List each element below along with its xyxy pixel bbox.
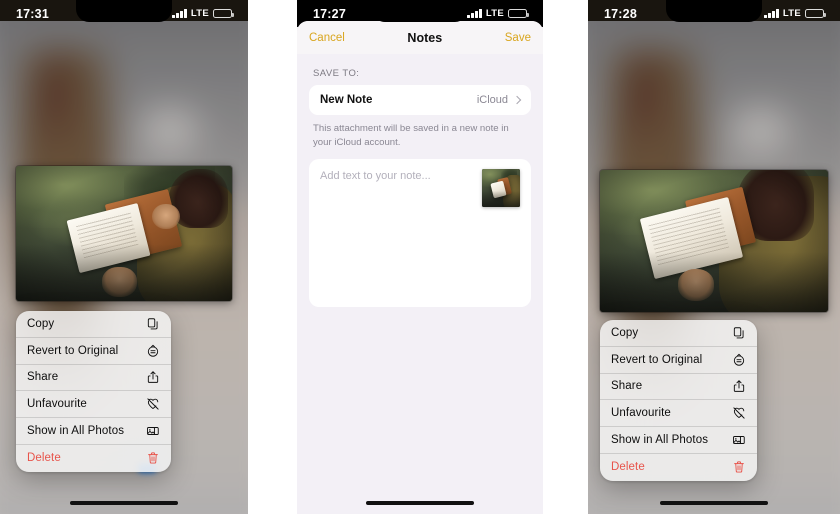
context-menu-item-label: Revert to Original [27,344,119,357]
notch [372,0,468,22]
save-button[interactable]: Save [505,32,531,44]
destination-name: New Note [320,94,373,106]
photo-stack-icon [145,424,160,439]
phone-panel-left: 17:31 LTE Copy Revert to Original Share Unf… [0,0,248,514]
signal-icon [172,9,187,18]
photo-context-menu[interactable]: Copy Revert to Original Share Unfavourite Sh… [600,320,757,481]
save-to-label: SAVE TO: [313,68,360,79]
notch [76,0,172,22]
home-indicator [70,500,178,505]
heart-slash-icon [731,406,746,421]
context-menu-item-label: Share [611,380,643,393]
network-label: LTE [190,8,209,19]
context-menu-item-label: Revert to Original [611,353,703,366]
destination-row[interactable]: New Note iCloud [309,85,531,115]
context-menu-item-copy[interactable]: Copy [16,311,171,338]
status-time: 17:31 [16,6,49,21]
context-menu-item-share[interactable]: Share [600,374,757,401]
signal-icon [467,9,482,18]
sheet-title: Notes [407,30,443,45]
context-menu-item-show-in-all-photos[interactable]: Show in All Photos [600,427,757,454]
context-menu-item-unfavourite[interactable]: Unfavourite [600,400,757,428]
copy-icon [731,325,746,340]
battery-icon [805,8,826,19]
chevron-right-icon [512,95,522,105]
screenshot-stage: 17:31 LTE Copy Revert to Original Share Unf… [0,0,840,514]
copy-icon [145,316,160,331]
heart-slash-icon [145,397,160,412]
context-menu-item-revert-to-original[interactable]: Revert to Original [600,347,757,374]
revert-icon [731,352,746,367]
phone-panel-right: 17:28 LTE Copy Revert to Original Share Unf… [588,0,840,514]
context-menu-item-label: Show in All Photos [27,425,125,438]
home-indicator [660,500,768,505]
destination-account: iCloud [476,94,508,106]
battery-icon [508,8,529,19]
context-menu-item-label: Unfavourite [611,407,671,420]
context-menu-item-label: Share [27,371,59,384]
photo-preview[interactable] [600,170,828,312]
trash-icon [731,460,746,475]
share-icon [731,379,746,394]
context-menu-item-share[interactable]: Share [16,365,171,392]
context-menu-item-label: Delete [27,452,61,465]
share-icon [145,370,160,385]
context-menu-item-revert-to-original[interactable]: Revert to Original [16,338,171,365]
context-menu-item-show-in-all-photos[interactable]: Show in All Photos [16,418,171,445]
attachment-thumbnail[interactable] [482,169,520,208]
context-menu-item-unfavourite[interactable]: Unfavourite [16,391,171,419]
context-menu-item-label: Show in All Photos [611,434,709,447]
home-indicator [366,500,474,505]
context-menu-item-label: Unfavourite [27,398,87,411]
context-menu-item-delete[interactable]: Delete [16,445,171,472]
photo-context-menu[interactable]: Copy Revert to Original Share Unfavourite Sh… [16,311,171,472]
context-menu-item-label: Copy [27,317,55,330]
revert-icon [145,343,160,358]
notes-share-sheet: Cancel Notes Save SAVE TO: New Note iClo… [297,21,543,514]
cancel-button[interactable]: Cancel [309,32,345,44]
trash-icon [145,451,160,466]
status-time: 17:28 [604,6,637,21]
context-menu-item-copy[interactable]: Copy [600,320,757,347]
battery-icon [213,8,234,19]
signal-icon [764,9,779,18]
notch [666,0,762,22]
context-menu-item-label: Delete [611,461,645,474]
network-label: LTE [485,8,504,19]
save-help-text: This attachment will be saved in a new n… [313,123,509,148]
network-label: LTE [782,8,801,19]
note-text-area[interactable]: Add text to your note... [309,159,531,308]
status-time: 17:27 [313,6,346,21]
context-menu-item-label: Copy [611,326,639,339]
photo-stack-icon [731,433,746,448]
context-menu-item-delete[interactable]: Delete [600,454,757,481]
photo-preview[interactable] [16,166,232,301]
phone-panel-middle: 17:27 LTE Cancel Notes Save SAVE TO: New… [297,0,543,514]
